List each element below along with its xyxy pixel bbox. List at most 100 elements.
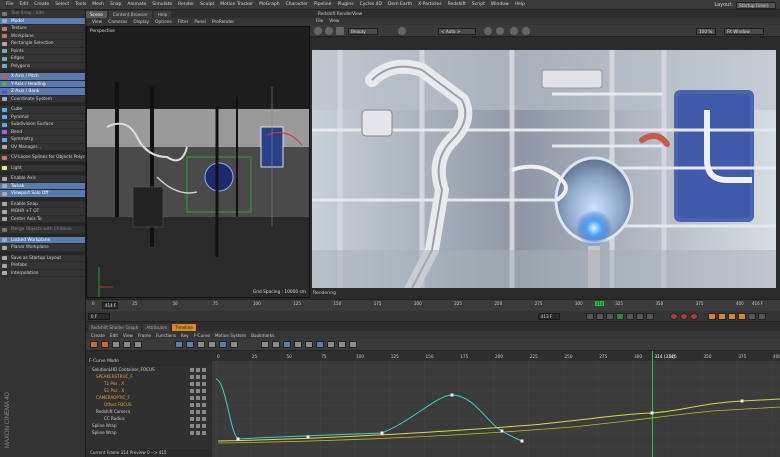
viewport-menu-display[interactable]: Display	[133, 20, 149, 25]
stop-render-icon[interactable]	[325, 27, 333, 35]
palette-item-model[interactable]: Model	[0, 17, 85, 25]
menu-pipeline[interactable]: Pipeline	[314, 2, 332, 7]
palette-item-z-axis-bank[interactable]: Z-Axis / Bank	[0, 88, 85, 96]
track-item[interactable]: CAMERAOPTIC_F	[86, 394, 212, 401]
fcurve-menu-edit[interactable]: Edit	[110, 333, 118, 338]
fcurve-tool-icon[interactable]	[101, 341, 109, 348]
perspective-viewport[interactable]: Perspective Grid Spacing : 10000 cm	[86, 26, 310, 298]
renderview-menu-file[interactable]: File	[316, 19, 323, 24]
rotation-key-button[interactable]	[728, 313, 736, 320]
track-flags[interactable]	[190, 423, 210, 428]
prev-frame-button[interactable]	[606, 313, 614, 320]
beauty-dropdown[interactable]: Beauty	[348, 27, 378, 35]
viewport-menu-options[interactable]: Options	[155, 20, 172, 25]
goto-end-button[interactable]	[646, 313, 654, 320]
palette-item-interpolation[interactable]: Interpolation	[0, 270, 85, 277]
track-flag-icon[interactable]	[190, 402, 194, 407]
fcurve-canvas[interactable]: 0 25 50 75 100 125 150 175 200 225 250 275 300 325 350…	[212, 351, 780, 457]
palette-item-workplane[interactable]: Workplane	[0, 33, 85, 40]
track-item[interactable]: CC Radius	[86, 415, 212, 422]
palette-item-coordinate-system[interactable]: Coordinate System	[0, 96, 85, 103]
palette-item-planar-workplane[interactable]: Planar Workplane	[0, 244, 85, 252]
menu-simulate[interactable]: Simulate	[152, 2, 172, 7]
fcurve-graph[interactable]: 0 25 50 75 100 125 150 175 200 225 250 275 300 325 350…	[212, 351, 780, 457]
tab-content-browser[interactable]: Content Browser	[108, 11, 152, 18]
fit-window-dropdown[interactable]: Fit Window	[724, 27, 764, 35]
track-item[interactable]: Spline Wrap	[86, 429, 212, 436]
layout-selector[interactable]: Layout: Startup (User)	[714, 1, 776, 9]
fcurve-menu-key[interactable]: Key	[181, 333, 189, 338]
palette-item-rectangle-selection[interactable]: Rectangle Selection	[0, 40, 85, 48]
track-flags[interactable]	[190, 402, 210, 407]
menu-character[interactable]: Character	[286, 2, 308, 7]
menu-render[interactable]: Render	[178, 2, 194, 7]
goto-start-button[interactable]	[586, 313, 594, 320]
frame-field[interactable]: 413 F	[538, 313, 560, 320]
record-button[interactable]	[670, 313, 678, 320]
snapshot-icon[interactable]	[336, 27, 344, 35]
menu-select[interactable]: Select	[55, 2, 69, 7]
fcurve-tool-icon[interactable]	[316, 341, 324, 348]
tab-redshift-shader-graph[interactable]: Redshift Shader Graph	[88, 323, 142, 331]
palette-item-center-axis-to[interactable]: Center Axis To	[0, 216, 85, 223]
palette-item-x-axis-pitch[interactable]: X-Axis / Pitch	[0, 73, 85, 81]
interpolation-button[interactable]	[758, 313, 766, 320]
fcurve-tool-icon[interactable]	[338, 341, 346, 348]
track-flags[interactable]	[190, 367, 210, 372]
fcurve-tool-icon[interactable]	[186, 341, 194, 348]
palette-item-tool-snap-edit[interactable]: Tool Snap / Edit	[0, 10, 85, 18]
menu-snap[interactable]: Snap	[110, 2, 121, 7]
fcurve-tool-icon[interactable]	[123, 341, 131, 348]
fcurve-menu-f-curve[interactable]: F-Curve	[194, 333, 210, 338]
menu-edit[interactable]: Edit	[20, 2, 29, 7]
next-key-button[interactable]	[636, 313, 644, 320]
fcurve-tool-icon[interactable]	[219, 341, 227, 348]
gear-icon[interactable]	[510, 27, 518, 35]
track-flags[interactable]	[190, 395, 210, 400]
fcurve-menu-functions[interactable]: Functions	[156, 333, 176, 338]
track-flag-icon[interactable]	[196, 395, 200, 400]
tab-attributes[interactable]: Attributes	[143, 323, 171, 331]
tab-help[interactable]: Help	[153, 11, 172, 18]
fcurve-menu-create[interactable]: Create	[91, 333, 105, 338]
track-flag-icon[interactable]	[196, 402, 200, 407]
track-flag-icon[interactable]	[202, 416, 206, 421]
track-flags[interactable]	[190, 409, 210, 414]
track-flag-icon[interactable]	[202, 374, 206, 379]
palette-item-polygons[interactable]: Polygons	[0, 63, 85, 70]
tab-timeline[interactable]: Timeline	[172, 323, 196, 331]
circle-icon[interactable]	[522, 27, 530, 35]
fcurve-menu-frame[interactable]: Frame	[138, 333, 151, 338]
menu-cycles-4d[interactable]: Cycles 4D	[360, 2, 382, 7]
grid-icon[interactable]	[496, 27, 504, 35]
fcurve-menu-bookmarks[interactable]: Bookmarks	[251, 333, 274, 338]
track-flag-icon[interactable]	[190, 374, 194, 379]
crosshair-icon[interactable]	[484, 27, 492, 35]
palette-item-pyramid[interactable]: Pyramid	[0, 114, 85, 121]
menu-motion-tracker[interactable]: Motion Tracker	[220, 2, 253, 7]
palette-item-cube[interactable]: Cube	[0, 106, 85, 114]
track-flag-icon[interactable]	[196, 374, 200, 379]
palette-item-light[interactable]: Light	[0, 165, 85, 172]
fcurve-menu-view[interactable]: View	[123, 333, 133, 338]
track-item[interactable]: Offset FOCUS	[86, 401, 212, 408]
menu-dem-earth[interactable]: Dem Earth	[388, 2, 412, 7]
track-flag-icon[interactable]	[196, 367, 200, 372]
next-frame-button[interactable]	[626, 313, 634, 320]
palette-item-symmetry[interactable]: Symmetry	[0, 136, 85, 144]
track-flag-icon[interactable]	[190, 381, 194, 386]
fcurve-tool-icon[interactable]	[327, 341, 335, 348]
track-flag-icon[interactable]	[196, 388, 200, 393]
track-flag-icon[interactable]	[196, 430, 200, 435]
track-item[interactable]: Spline Wrap	[86, 422, 212, 429]
palette-item-enable-snap[interactable]: Enable Snap	[0, 201, 85, 208]
menu-animate[interactable]: Animate	[127, 2, 146, 7]
palette-item-points[interactable]: Points	[0, 48, 85, 55]
viewport-menu-filter[interactable]: Filter	[178, 20, 189, 25]
menu-tools[interactable]: Tools	[75, 2, 86, 7]
fcurve-tool-icon[interactable]	[261, 341, 269, 348]
play-render-icon[interactable]	[314, 27, 322, 35]
track-item[interactable]: Redshift Camera	[86, 408, 212, 415]
track-flag-icon[interactable]	[196, 409, 200, 414]
autokey-button[interactable]	[680, 313, 688, 320]
